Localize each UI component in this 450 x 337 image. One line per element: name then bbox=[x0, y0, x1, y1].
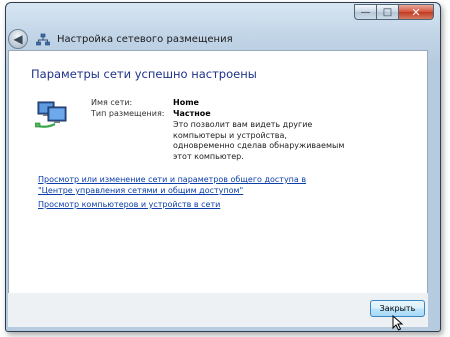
page-title: Параметры сети успешно настроены bbox=[31, 67, 257, 81]
location-description: Это позволит вам видеть другие компьютер… bbox=[173, 120, 345, 161]
network-computers-icon bbox=[34, 99, 71, 131]
network-icon bbox=[36, 32, 50, 46]
back-button[interactable]: ◀ bbox=[8, 29, 28, 49]
location-type-value: Частное bbox=[173, 109, 211, 118]
network-name-label: Имя сети: bbox=[91, 98, 133, 107]
network-sharing-settings-link[interactable]: Просмотр или изменение сети и параметров… bbox=[38, 174, 338, 196]
minimize-button[interactable]: — bbox=[354, 4, 376, 20]
dialog-footer: Закрыть bbox=[8, 293, 428, 327]
back-arrow-icon: ◀ bbox=[13, 32, 23, 46]
caption-buttons: — □ ✕ bbox=[354, 4, 434, 20]
mouse-pointer-icon bbox=[392, 314, 404, 331]
window-title: Настройка сетевого размещения bbox=[57, 33, 233, 45]
close-window-button[interactable]: ✕ bbox=[398, 4, 434, 20]
view-computers-link[interactable]: Просмотр компьютеров и устройств в сети bbox=[38, 199, 220, 210]
navigation-bar: ◀ Настройка сетевого размещения bbox=[8, 28, 233, 50]
location-type-label: Тип размещения: bbox=[91, 109, 165, 118]
content-panel: Параметры сети успешно настроены Имя сет… bbox=[8, 50, 428, 294]
maximize-button[interactable]: □ bbox=[376, 4, 398, 20]
network-name-value: Home bbox=[173, 98, 199, 107]
